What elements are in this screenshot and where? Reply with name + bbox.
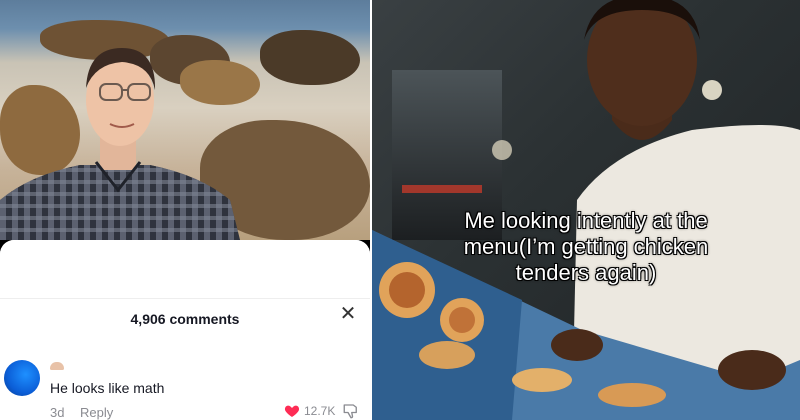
close-icon[interactable]: ✕ — [338, 304, 358, 324]
reply-button[interactable]: Reply — [80, 405, 113, 420]
dislike-icon[interactable] — [342, 402, 360, 420]
comment-age: 3d — [50, 405, 65, 420]
right-panel: Me looking intently at the menu(I’m gett… — [372, 0, 800, 420]
sheet-header — [0, 240, 370, 299]
like-count: 12.7K — [304, 404, 336, 418]
meme-caption: Me looking intently at the menu(I’m gett… — [372, 208, 800, 286]
comments-sheet: 4,906 comments ✕ He looks like math 3d R… — [0, 240, 370, 420]
caption-line: tenders again) — [515, 260, 657, 285]
left-panel: 4,906 comments ✕ He looks like math 3d R… — [0, 0, 370, 420]
person-photo — [0, 48, 240, 240]
emoji-badge-icon — [50, 362, 64, 370]
avatar[interactable] — [4, 360, 40, 396]
comment-text: He looks like math — [50, 380, 165, 396]
heart-icon — [284, 405, 300, 417]
caption-line: menu(I’m getting chicken — [463, 234, 709, 259]
caption-line: Me looking intently at the — [464, 208, 708, 233]
comments-count: 4,906 comments — [130, 311, 240, 327]
like-button[interactable]: 12.7K — [284, 403, 335, 419]
